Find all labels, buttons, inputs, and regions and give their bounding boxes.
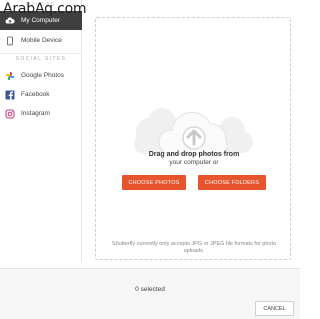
sidebar-item-mobile-device[interactable]: Mobile Device xyxy=(0,31,82,50)
sidebar-item-label: Google Photos xyxy=(21,72,65,79)
footer-bar: 0 selected CANCEL xyxy=(0,268,300,319)
source-sidebar: UPLOAD My Computer Mobile Device SOCIAL … xyxy=(0,0,82,262)
instagram-icon xyxy=(5,109,15,119)
watermark-text: ArabAq.com xyxy=(3,1,87,17)
facebook-icon xyxy=(5,90,15,100)
cancel-button[interactable]: CANCEL xyxy=(255,301,294,316)
drop-zone-subtitle: your computer or xyxy=(169,159,219,166)
sidebar-item-google-photos[interactable]: Google Photos xyxy=(0,66,82,85)
social-sites-label: SOCIAL SITES xyxy=(15,56,67,62)
file-format-note: Shutterfly currently only accepts JPG or… xyxy=(111,241,277,254)
choose-folders-button[interactable]: CHOOSE FOLDERS xyxy=(198,175,266,190)
sidebar-item-label: My Computer xyxy=(21,17,61,24)
sidebar-item-label: Facebook xyxy=(21,91,50,98)
selected-count: 0 selected xyxy=(135,286,165,293)
google-photos-icon xyxy=(5,71,15,81)
sidebar-item-facebook[interactable]: Facebook xyxy=(0,85,82,104)
choose-photos-button[interactable]: CHOOSE PHOTOS xyxy=(122,175,186,190)
cloud-upload-icon xyxy=(5,16,15,26)
sidebar-divider xyxy=(0,53,82,54)
sidebar-item-label: Mobile Device xyxy=(21,37,62,44)
sidebar-item-instagram[interactable]: Instagram xyxy=(0,104,82,123)
sidebar-item-label: Instagram xyxy=(21,110,50,117)
mobile-device-icon xyxy=(5,36,15,46)
photo-drop-zone[interactable]: Drag and drop photos from your computer … xyxy=(95,17,291,260)
drop-zone-title: Drag and drop photos from xyxy=(148,151,240,158)
